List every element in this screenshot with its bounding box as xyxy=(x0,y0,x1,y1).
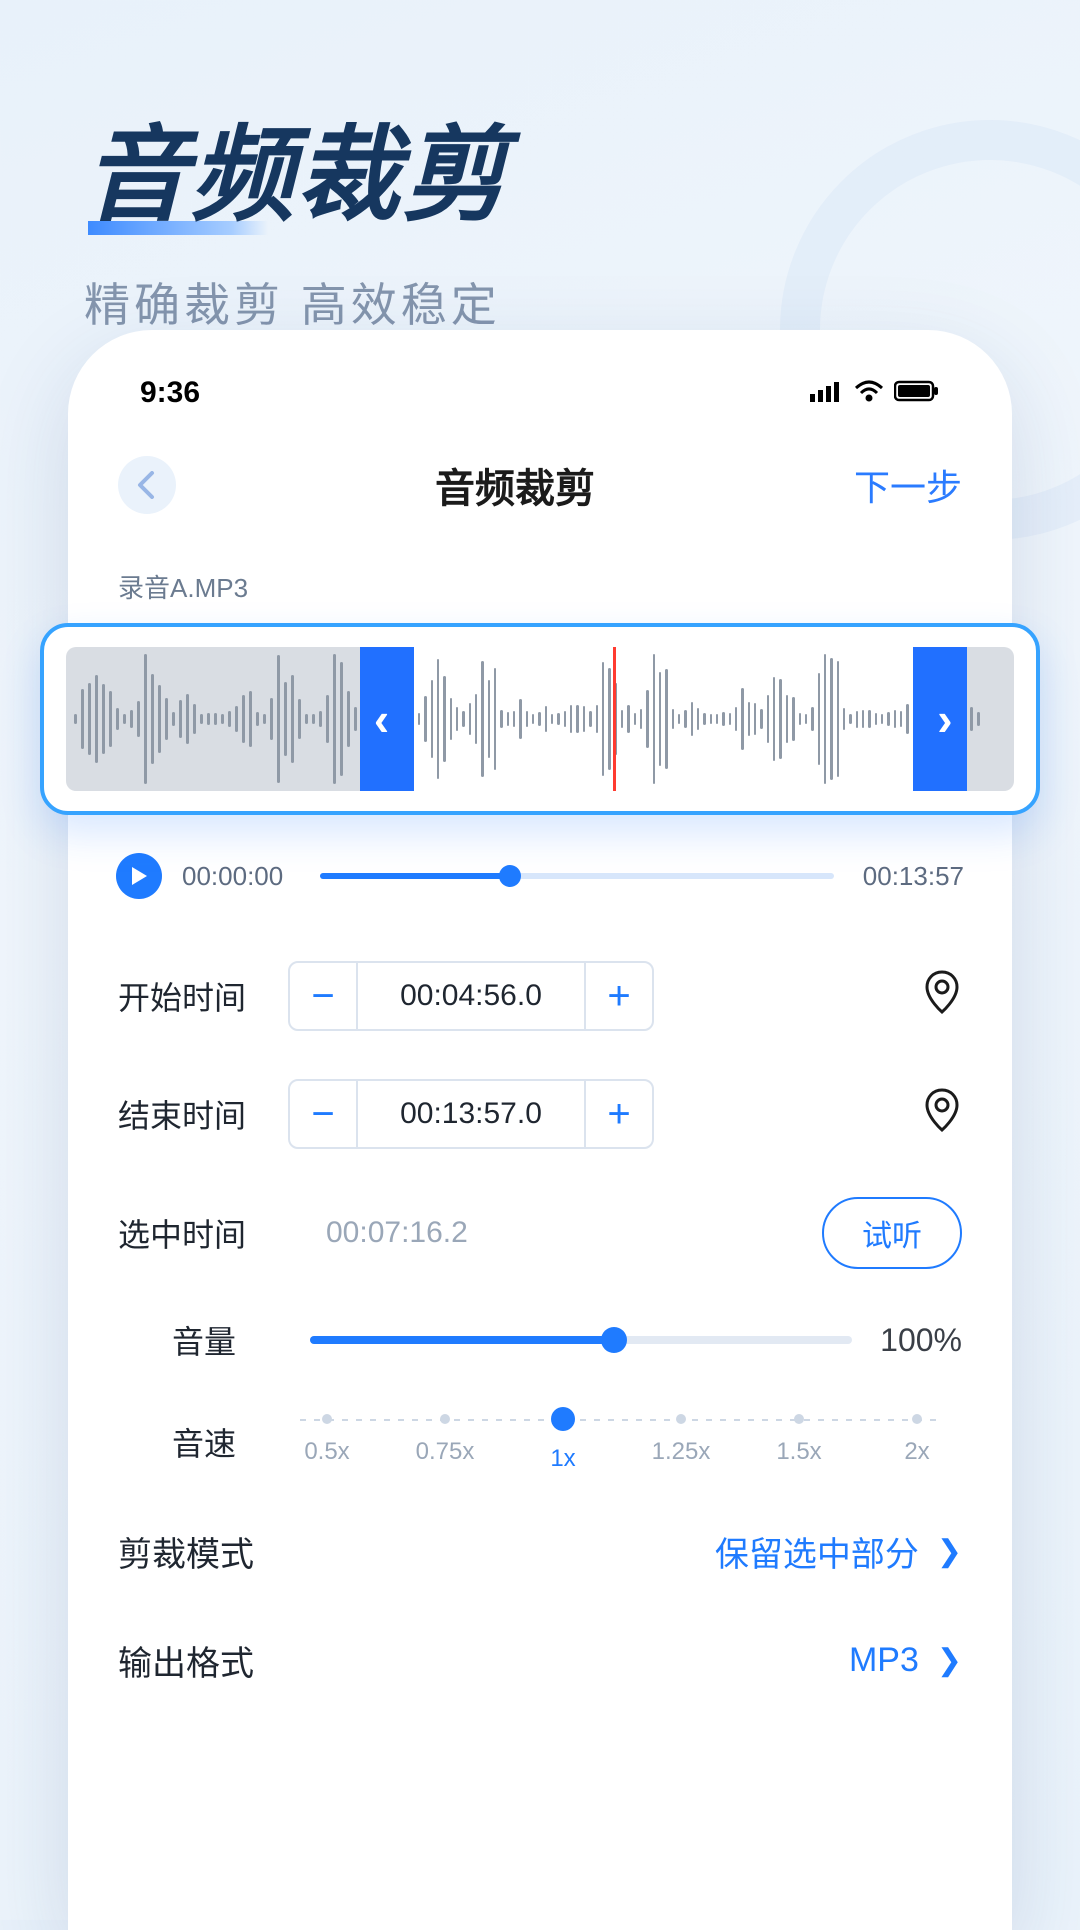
phone-mockup: 9:36 音频裁剪 下一步 录音A.MP3 xyxy=(68,330,1012,1930)
start-minus-button[interactable]: − xyxy=(290,963,356,1029)
speed-option-1.25x[interactable]: 1.25x xyxy=(646,1411,716,1466)
selected-time-value: 00:07:16.2 xyxy=(326,1216,468,1250)
start-locate-button[interactable] xyxy=(922,969,962,1023)
crop-mode-select[interactable]: 保留选中部分 ❯ xyxy=(715,1527,962,1576)
waveform-card xyxy=(40,623,1040,815)
playhead[interactable] xyxy=(613,647,616,791)
play-icon xyxy=(130,866,148,886)
output-format-label: 输出格式 xyxy=(118,1636,254,1685)
signal-icon xyxy=(810,376,844,410)
end-plus-button[interactable]: + xyxy=(586,1081,652,1147)
battery-icon xyxy=(894,376,940,410)
volume-label: 音量 xyxy=(172,1317,282,1363)
selection-range[interactable] xyxy=(360,647,967,791)
chevron-right-icon: ❯ xyxy=(937,1534,962,1569)
preview-button[interactable]: 试听 xyxy=(822,1197,962,1269)
speed-option-1x[interactable]: 1x xyxy=(528,1411,598,1473)
next-button[interactable]: 下一步 xyxy=(854,459,962,511)
pin-icon xyxy=(922,969,962,1015)
volume-thumb[interactable] xyxy=(601,1327,627,1353)
status-bar: 9:36 xyxy=(112,376,968,410)
waveform-track[interactable] xyxy=(66,647,1014,791)
crop-mode-label: 剪裁模式 xyxy=(118,1527,254,1576)
pin-icon xyxy=(922,1087,962,1133)
status-time: 9:36 xyxy=(140,376,200,410)
play-button[interactable] xyxy=(116,853,162,899)
start-time-label: 开始时间 xyxy=(118,973,288,1019)
output-format-value: MP3 xyxy=(849,1641,919,1680)
current-time: 00:00:00 xyxy=(182,861,300,892)
total-time: 00:13:57 xyxy=(854,861,964,892)
progress-thumb[interactable] xyxy=(499,865,521,887)
wifi-icon xyxy=(854,376,884,410)
speed-option-0.75x[interactable]: 0.75x xyxy=(410,1411,480,1466)
chevron-right-icon: ❯ xyxy=(937,1643,962,1678)
speed-option-0.5x[interactable]: 0.5x xyxy=(292,1411,362,1466)
start-plus-button[interactable]: + xyxy=(586,963,652,1029)
file-name: 录音A.MP3 xyxy=(118,568,968,605)
end-locate-button[interactable] xyxy=(922,1087,962,1141)
back-button[interactable] xyxy=(118,456,176,514)
nav-title: 音频裁剪 xyxy=(435,456,595,514)
selected-time-label: 选中时间 xyxy=(118,1210,288,1256)
speed-option-1.5x[interactable]: 1.5x xyxy=(764,1411,834,1466)
hero-title: 音频裁剪 xyxy=(84,90,1080,241)
chevron-left-icon xyxy=(136,471,158,499)
end-minus-button[interactable]: − xyxy=(290,1081,356,1147)
end-time-label: 结束时间 xyxy=(118,1091,288,1137)
crop-mode-value: 保留选中部分 xyxy=(715,1527,919,1576)
volume-value: 100% xyxy=(880,1322,962,1359)
start-time-value[interactable]: 00:04:56.0 xyxy=(356,963,586,1029)
volume-slider[interactable] xyxy=(310,1336,852,1344)
end-time-value[interactable]: 00:13:57.0 xyxy=(356,1081,586,1147)
speed-picker[interactable]: 0.5x 0.75x 1x 1.25x 1.5x 2x xyxy=(292,1411,952,1473)
hero-subtitle: 精确裁剪 高效稳定 xyxy=(84,269,1080,335)
output-format-select[interactable]: MP3 ❯ xyxy=(849,1641,962,1680)
progress-bar[interactable] xyxy=(320,873,834,879)
speed-label: 音速 xyxy=(172,1419,282,1465)
speed-option-2x[interactable]: 2x xyxy=(882,1411,952,1466)
